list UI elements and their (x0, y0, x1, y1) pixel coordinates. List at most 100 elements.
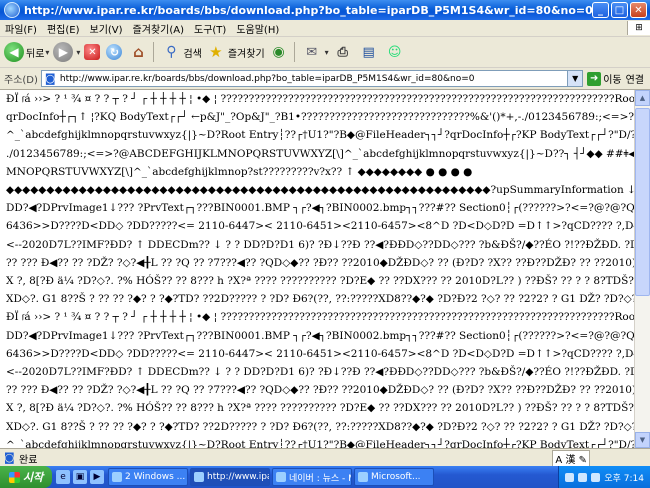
print-button[interactable]: ⎙ (333, 42, 355, 62)
menu-file[interactable]: 파일(F) (0, 21, 42, 36)
scrollbar-thumb[interactable] (635, 108, 650, 296)
menu-bar: 파일(F) 편집(E) 보기(V) 즐겨찾기(A) 도구(T) 도움말(H) ⊞ (0, 20, 650, 37)
window-icon (358, 472, 368, 482)
search-label: 검색 (183, 48, 202, 60)
back-arrow-icon: ◀ (4, 42, 24, 62)
taskbar: 시작 e ▣ ▶ 2 Windows ... http://www.ipar..… (0, 466, 650, 488)
content-line: 6436>>D????D<DD◇ ?DD?????<= 2110-6447>< … (6, 220, 634, 233)
content-line: XD◇?. G1 8??Š ? ?? ?? ?◆? ? ?◆?TD? ??2D?… (6, 293, 634, 306)
chevron-down-icon[interactable]: ▾ (76, 48, 80, 57)
links-button[interactable]: 연결 (626, 71, 644, 86)
address-url[interactable]: http://www.ipar.re.kr/boards/bbs/downloa… (60, 74, 475, 84)
favorites-label: 즐겨찾기 (227, 48, 265, 60)
taskbar-item-label: http://www.ipar... (207, 472, 269, 482)
menu-favorites[interactable]: 즐겨찾기(A) (128, 21, 189, 36)
window-controls: _ □ ✕ (592, 2, 647, 18)
volume-icon[interactable] (591, 472, 601, 482)
tray-icon[interactable] (565, 472, 575, 482)
content-line: ?? ??? Đ◀?? ?? ?DŽ? ?◇?◀╂L ?? ?Q ?? ?7??… (6, 384, 634, 397)
star-icon: ★ (209, 43, 223, 61)
windows-flag-icon (8, 471, 20, 483)
close-button[interactable]: ✕ (630, 2, 647, 18)
mail-icon: ✉ (306, 44, 318, 60)
go-label: 이동 (603, 75, 622, 86)
windows-logo-icon: ⊞ (627, 21, 650, 35)
content-line: ^_`abcdefghijklmnopqrstuvwxyz{|}~D?Root … (6, 129, 634, 142)
ime-indicator[interactable]: A 漢 ✎ (552, 449, 590, 467)
search-button[interactable]: ⚲ 검색 (161, 42, 202, 62)
page-icon: ◙ (4, 451, 15, 464)
menu-edit[interactable]: 편집(E) (42, 21, 85, 36)
taskbar-item[interactable]: 2 Windows ... (108, 468, 188, 486)
title-bar: http://www.ipar.re.kr/boards/bbs/downloa… (0, 0, 650, 20)
toolbar-separator (293, 42, 295, 62)
refresh-button[interactable]: ↻ (106, 44, 124, 60)
chevron-down-icon[interactable]: ▾ (325, 48, 329, 57)
menu-tools[interactable]: 도구(T) (189, 21, 231, 36)
internet-explorer-icon (4, 2, 20, 18)
start-button[interactable]: 시작 (0, 466, 52, 488)
content-line: ^_`abcdefghijklmnopqrstuvwxyz{|}~D?Root … (6, 438, 634, 448)
window-title: http://www.ipar.re.kr/boards/bbs/downloa… (24, 3, 592, 17)
content-line: qrDocInfo┼┌┐↑ ¦?KQ BodyText┌┌┘ ←p&J"_?Op… (6, 111, 634, 124)
content-line: <--2020D7L??IMF?ĐD? ↑ DDECDm?? ↓ ? ? DD?… (6, 238, 634, 251)
back-label: 뒤로 (26, 48, 45, 60)
address-label: 주소(D) (4, 75, 38, 86)
start-label: 시작 (22, 471, 44, 484)
address-bar: 주소(D) ◙ http://www.ipar.re.kr/boards/bbs… (0, 68, 650, 90)
chevron-down-icon[interactable]: ▼ (567, 71, 583, 86)
stop-icon: ✕ (84, 44, 101, 60)
messenger-button[interactable]: ☺ (385, 42, 407, 62)
media-quicklaunch-icon[interactable]: ▶ (90, 470, 104, 484)
taskbar-item[interactable]: http://www.ipar... (190, 468, 270, 486)
mail-button[interactable]: ✉ ▾ (302, 42, 329, 62)
taskbar-item[interactable]: Microsoft... (354, 468, 434, 486)
address-input[interactable]: ◙ http://www.ipar.re.kr/boards/bbs/downl… (40, 70, 584, 87)
home-button[interactable]: ⌂ (128, 42, 150, 62)
stop-button[interactable]: ✕ (84, 44, 102, 60)
window-icon (112, 472, 122, 482)
content-line: DD?◀?DPrvImage1↓??? ?PrvText┌┐???BIN0001… (6, 329, 634, 342)
content-line: X ?, 8[?Đ ä¼ ?D?◇?. ?% HÓŠ?? ?? 8??? h ?… (6, 402, 634, 415)
content-line: ◆◆◆◆◆◆◆◆◆◆◆◆◆◆◆◆◆◆◆◆◆◆◆◆◆◆◆◆◆◆◆◆◆◆◆◆◆◆◆◆… (6, 184, 634, 197)
scroll-down-button[interactable]: ▼ (635, 432, 650, 448)
search-icon: ⚲ (166, 44, 177, 60)
edit-page-icon: ▤ (362, 44, 375, 60)
minimize-button[interactable]: _ (592, 2, 609, 18)
chevron-down-icon[interactable]: ▾ (45, 48, 49, 57)
ie-icon (194, 472, 204, 482)
media-button[interactable]: ◉ (269, 42, 291, 62)
back-button[interactable]: ◀ 뒤로 ▾ (4, 42, 49, 62)
content-line: XD◇?. G1 8??Š ? ?? ?? ?◆? ? ?◆?TD? ??2D?… (6, 420, 634, 433)
edit-button[interactable]: ▤ (359, 42, 381, 62)
forward-button[interactable]: ▶ ▾ (53, 42, 80, 62)
menu-view[interactable]: 보기(V) (85, 21, 128, 36)
maximize-button[interactable]: □ (611, 2, 628, 18)
taskbar-item[interactable]: 네이버 : 뉴스 - ML... (272, 468, 352, 486)
clock[interactable]: 오후 7:14 (604, 471, 644, 484)
tray-icon[interactable] (578, 472, 588, 482)
refresh-icon: ↻ (106, 44, 123, 60)
ie-quicklaunch-icon[interactable]: e (56, 470, 70, 484)
content-line: ÐÏ ࡱá ››> ? ¹ ¾ ¤ ? ? ┬ ? ┘ ┌ ┼ ┼ ┼ ┼ ¦ … (6, 311, 634, 324)
content-line: MNOPQRSTUVWXYZ[\]^_`abcdefghijklmnop?st?… (6, 165, 473, 178)
menu-help[interactable]: 도움말(H) (231, 21, 284, 36)
status-bar: ◙ 완료 A 漢 ✎ (0, 448, 650, 467)
page-content: ÐÏ ࡱá ››> ? ¹ ¾ ¤ ? ? ┬ ? ┘ ┌ ┼ ┼ ┼ ┼ ¦ … (0, 90, 634, 448)
content-line: 6436>>D????D<DD◇ ?DD?????<= 2110-6447>< … (6, 347, 634, 360)
content-line: DD?◀?DPrvImage1↓??? ?PrvText┌┐???BIN0001… (6, 202, 634, 215)
content-line: ./0123456789:;<=>?@ABCDEFGHIJKLMNOPQRSTU… (6, 147, 634, 160)
forward-arrow-icon: ▶ (53, 42, 74, 62)
taskbar-item-label: 네이버 : 뉴스 - ML... (289, 473, 351, 484)
ie-icon (276, 472, 286, 482)
vertical-scrollbar[interactable]: ▲ ▼ (634, 90, 650, 448)
content-line: ÐÏ ࡱá ››> ? ¹ ¾ ¤ ? ? ┬ ? ┘ ┌ ┼ ┼ ┼ ┼ ¦ … (6, 93, 634, 105)
status-text: 완료 (19, 454, 38, 466)
scroll-up-button[interactable]: ▲ (635, 90, 650, 106)
favorites-button[interactable]: ★ 즐겨찾기 (206, 42, 265, 62)
page-icon: ◙ (44, 71, 56, 85)
go-button[interactable]: ➜ 이동 (587, 71, 622, 86)
home-icon: ⌂ (133, 43, 144, 61)
desktop-quicklaunch-icon[interactable]: ▣ (73, 470, 87, 484)
toolbar: ◀ 뒤로 ▾ ▶ ▾ ✕ ↻ ⌂ ⚲ 검색 ★ 즐겨찾기 ◉ ✉ ▾ ⎙ ▤ ☺ (0, 37, 650, 68)
